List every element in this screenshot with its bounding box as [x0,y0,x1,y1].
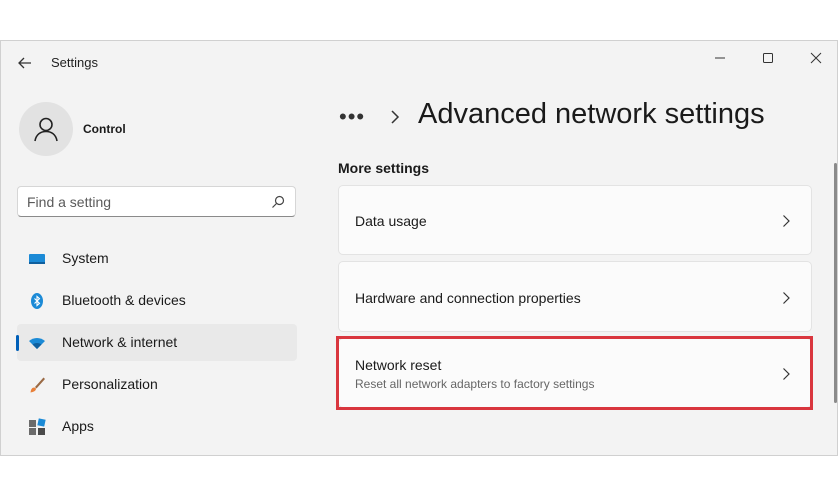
sidebar-item-label: Network & internet [62,334,178,350]
close-icon [810,52,822,64]
chevron-right-icon [783,292,790,304]
sidebar-item-apps[interactable]: Apps [17,408,297,445]
bluetooth-icon [28,292,46,310]
sidebar-item-network[interactable]: Network & internet [16,324,297,361]
sidebar-item-label: Bluetooth & devices [62,292,186,308]
maximize-button[interactable] [745,45,791,71]
hardware-properties-card[interactable]: Hardware and connection properties [338,261,812,332]
profile-name: Control [83,122,126,136]
sidebar-item-label: Personalization [62,376,158,392]
page-title: Advanced network settings [418,98,765,130]
minimize-icon [715,57,725,59]
card-title: Hardware and connection properties [355,290,581,306]
search-input[interactable] [27,192,257,212]
breadcrumb-more-button[interactable]: ••• [339,104,379,130]
settings-window: Settings Control System [0,40,838,456]
scrollbar[interactable] [834,163,837,403]
system-icon [28,250,46,268]
wifi-icon [28,334,46,352]
close-button[interactable] [793,45,837,71]
window-title: Settings [51,55,98,70]
breadcrumb: ••• [339,97,405,137]
sidebar-item-bluetooth[interactable]: Bluetooth & devices [17,282,297,319]
brush-icon [28,376,46,394]
sidebar-item-system[interactable]: System [17,240,297,277]
section-title: More settings [338,160,430,176]
sidebar-item-label: System [62,250,109,266]
search-icon[interactable] [271,195,285,209]
highlight-box [336,336,813,410]
avatar[interactable] [19,102,73,156]
apps-icon [28,418,46,436]
card-title: Data usage [355,213,427,229]
sidebar-item-label: Apps [62,418,94,434]
chevron-right-icon [783,215,790,227]
chevron-right-icon [391,110,400,124]
person-icon [34,117,58,142]
sidebar-nav: System Bluetooth & devices Network & int… [16,240,297,450]
data-usage-card[interactable]: Data usage [338,185,812,255]
search-box[interactable] [17,186,296,217]
active-indicator [16,335,19,351]
maximize-icon [763,53,773,63]
minimize-button[interactable] [697,45,743,71]
back-arrow-icon[interactable] [15,53,35,73]
sidebar-item-personalization[interactable]: Personalization [17,366,297,403]
